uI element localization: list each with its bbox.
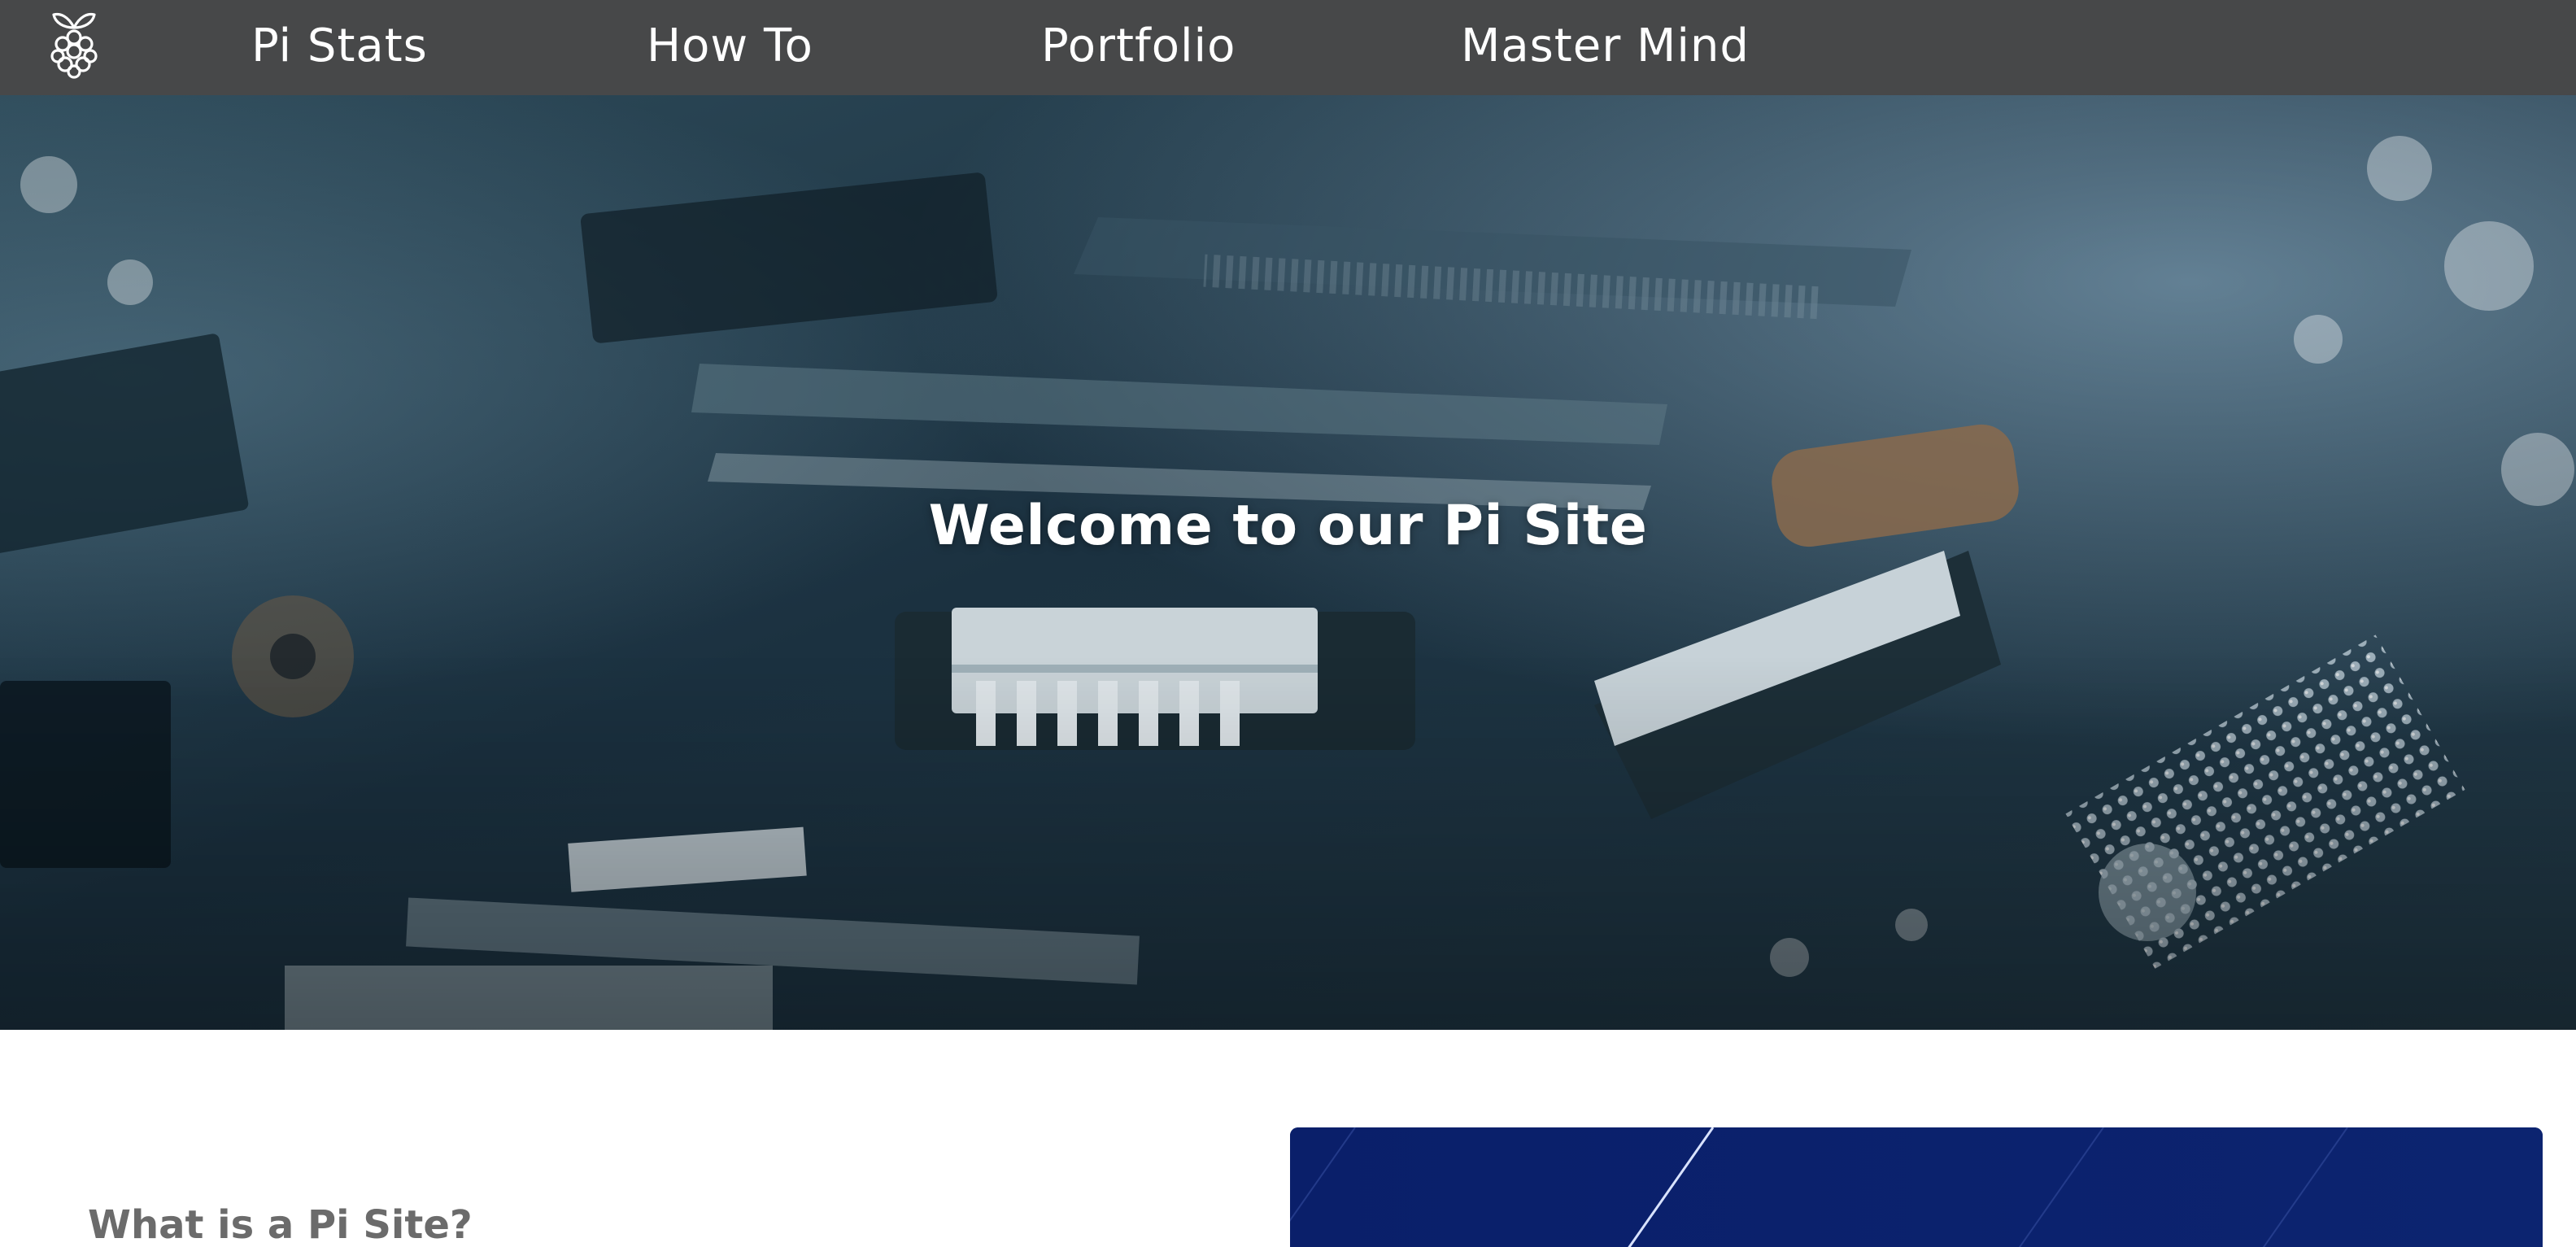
raspberry-pi-logo-icon[interactable]: [46, 8, 102, 80]
circuit-board-background-image: [0, 95, 2576, 1030]
hero-banner: Welcome to our Pi Site: [0, 95, 2576, 1030]
blue-banner-image: [1290, 1127, 2543, 1247]
nav-link-how-to[interactable]: How To: [647, 20, 813, 73]
top-navbar: Pi Stats How To Portfolio Master Mind: [0, 0, 2576, 95]
nav-link-pi-stats[interactable]: Pi Stats: [251, 20, 428, 73]
section-heading: What is a Pi Site?: [88, 1202, 473, 1247]
nav-link-portfolio[interactable]: Portfolio: [1041, 20, 1236, 73]
hero-title: Welcome to our Pi Site: [928, 494, 1648, 558]
nav-link-master-mind[interactable]: Master Mind: [1461, 20, 1750, 73]
